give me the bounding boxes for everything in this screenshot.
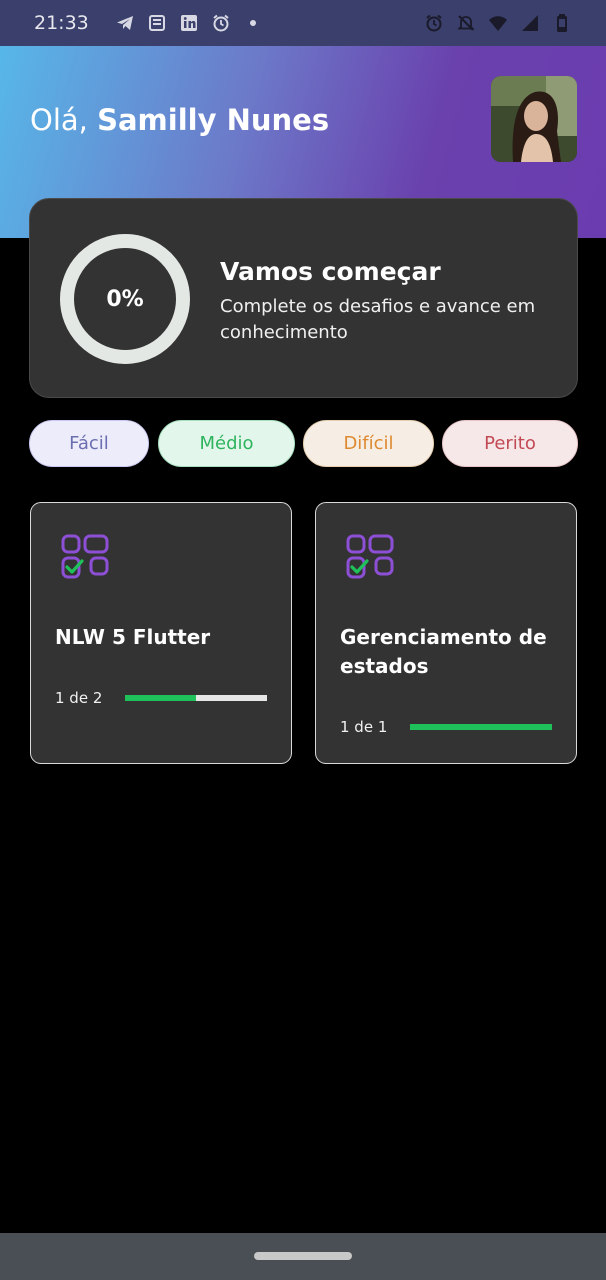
wifi-icon	[488, 13, 508, 33]
quiz-progress-bar	[410, 724, 552, 730]
battery-icon	[552, 13, 572, 33]
level-filter: Fácil Médio Difícil Perito	[0, 420, 606, 468]
greeting-text: Olá,	[30, 103, 88, 137]
linkedin-icon	[179, 13, 199, 33]
dot-icon	[243, 13, 263, 33]
quiz-checklist-icon	[61, 534, 109, 579]
signal-icon	[520, 13, 540, 33]
level-chip-perito[interactable]: Perito	[442, 420, 578, 467]
quiz-progress-fill	[410, 724, 552, 730]
quiz-progress-fill	[125, 695, 196, 701]
progress-card: 0% Vamos começar Complete os desafios e …	[29, 198, 578, 398]
quiz-title: Gerenciamento de estados	[340, 625, 547, 678]
news-icon	[147, 13, 167, 33]
progress-percent: 0%	[106, 286, 144, 312]
quiz-title: NLW 5 Flutter	[55, 625, 211, 649]
alarm-icon	[211, 13, 231, 33]
quiz-checklist-icon	[346, 534, 394, 579]
progress-subtitle: Complete os desafios e avance em conheci…	[220, 296, 536, 343]
progress-title: Vamos começar	[220, 257, 441, 286]
level-chip-facil[interactable]: Fácil	[29, 420, 149, 467]
home-gesture-handle[interactable]	[254, 1252, 352, 1260]
avatar[interactable]	[491, 76, 577, 162]
quiz-card-gerenciamento-de-estados[interactable]: Gerenciamento de estados 1 de 1	[315, 502, 577, 764]
user-name: Samilly Nunes	[97, 103, 330, 137]
level-chip-medio[interactable]: Médio	[158, 420, 295, 467]
quiz-progress-text: 1 de 2	[55, 689, 103, 707]
status-bar: 21:33	[0, 0, 606, 46]
quiz-progress-text: 1 de 1	[340, 718, 388, 736]
alarm-icon	[424, 13, 444, 33]
level-chip-dificil[interactable]: Difícil	[303, 420, 434, 467]
status-time: 21:33	[34, 12, 89, 34]
quiz-card-nlw5-flutter[interactable]: NLW 5 Flutter 1 de 2	[30, 502, 292, 764]
bell-off-icon	[456, 13, 476, 33]
telegram-icon	[115, 13, 135, 33]
greeting: Olá, Samilly Nunes	[30, 103, 329, 137]
quiz-progress-bar	[125, 695, 267, 701]
system-nav-bar	[0, 1233, 606, 1280]
